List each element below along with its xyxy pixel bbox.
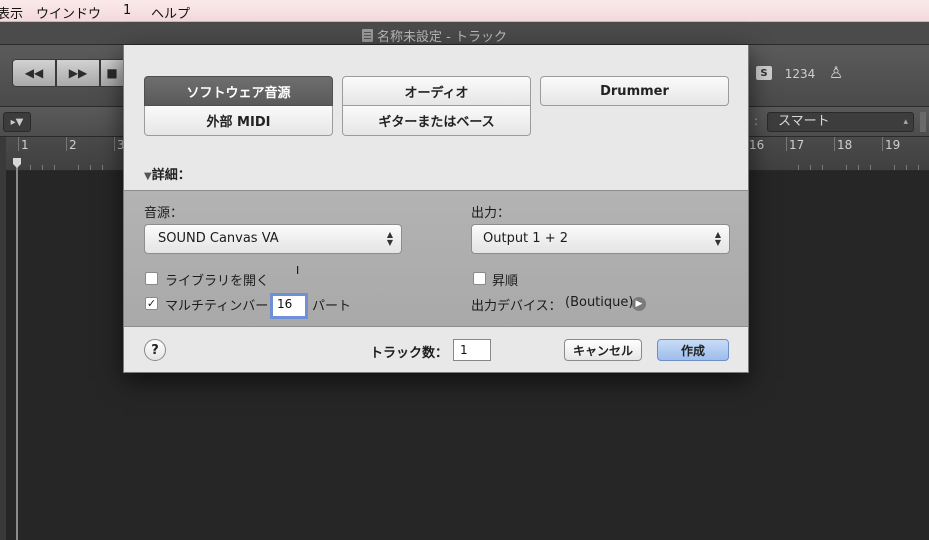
- playhead-line: [16, 158, 18, 540]
- track-header-strip: [0, 137, 6, 540]
- output-popup-value: Output 1 + 2: [483, 231, 568, 246]
- ruler-tick: [18, 137, 19, 151]
- ruler-beat-tick: [90, 165, 91, 170]
- track-count-field[interactable]: 1: [453, 339, 491, 361]
- ruler-beat-tick: [894, 165, 895, 170]
- metronome-icon: ♙: [828, 62, 844, 82]
- output-popup[interactable]: Output 1 + 2 ▲ ▼: [471, 224, 730, 254]
- arrow-right-icon: ▶: [635, 299, 643, 309]
- stop-icon: ■: [106, 66, 118, 80]
- ruler-beat-tick: [822, 165, 823, 170]
- ruler-bar-number: 16: [749, 138, 765, 152]
- ruler-tick: [786, 137, 787, 151]
- open-library-label: ライブラリを開く: [165, 274, 270, 289]
- checkmark-icon: ✓: [146, 297, 157, 310]
- output-label: 出力：: [471, 206, 511, 221]
- output-device-arrow-button[interactable]: ▶: [632, 297, 646, 311]
- help-button[interactable]: ?: [144, 339, 166, 361]
- updown-icon: ▲ ▼: [714, 230, 721, 247]
- ruler-beat-tick: [42, 165, 43, 170]
- ruler-tick: [66, 137, 67, 151]
- cancel-button[interactable]: キャンセル: [564, 339, 642, 361]
- menu-view[interactable]: 表示: [0, 3, 23, 22]
- menu-bar: 表示 ウインドウ 1 ヘルプ: [0, 0, 929, 22]
- ascending-checkbox[interactable]: [473, 272, 486, 285]
- window-titlebar: 名称未設定 - トラック: [0, 22, 929, 45]
- ruler-tick: [114, 137, 115, 151]
- fast-forward-icon: ▶▶: [68, 66, 88, 80]
- mode-select-value: スマート: [778, 114, 830, 129]
- ruler-bar-number: 19: [885, 138, 901, 152]
- ruler-beat-tick: [54, 165, 55, 170]
- ruler-beat-tick: [78, 165, 79, 170]
- menu-one[interactable]: 1: [123, 3, 131, 18]
- solo-button[interactable]: S: [756, 66, 772, 80]
- count-in-button[interactable]: 1234: [785, 63, 816, 85]
- output-device-value: (Boutique): [565, 295, 634, 310]
- mode-select[interactable]: スマート ▴▾: [767, 112, 914, 145]
- stop-button[interactable]: ■: [100, 59, 124, 87]
- ruler-bar-number: 18: [837, 138, 853, 152]
- ruler-beat-tick: [30, 165, 31, 170]
- ruler-beat-tick: [798, 165, 799, 170]
- ruler-beat-tick: [906, 165, 907, 170]
- menu-window[interactable]: ウインドウ: [36, 3, 101, 22]
- rewind-icon: ◀◀: [24, 66, 44, 80]
- track-type-guitar-bass[interactable]: ギターまたはベース: [342, 106, 531, 136]
- ruler-tick: [882, 137, 883, 151]
- track-type-external-midi[interactable]: 外部 MIDI: [144, 106, 333, 136]
- separator-colon: :: [754, 114, 759, 128]
- details-disclosure[interactable]: ▼詳細：: [144, 164, 191, 183]
- create-button[interactable]: 作成: [657, 339, 729, 361]
- document-icon: [362, 29, 373, 42]
- ruler-beat-tick: [918, 165, 919, 170]
- window-title-text: 名称未設定 - トラック: [377, 30, 507, 45]
- filter-icon: ▸▼: [10, 116, 24, 128]
- instrument-label: 音源：: [144, 206, 184, 221]
- updown-icon: ▲ ▼: [386, 230, 393, 247]
- metronome-button[interactable]: ♙: [826, 61, 846, 83]
- ruler-beat-tick: [810, 165, 811, 170]
- menu-help[interactable]: ヘルプ: [151, 3, 190, 22]
- text-cursor-icon: I: [296, 264, 300, 277]
- ruler-beat-tick: [858, 165, 859, 170]
- new-track-dialog: ソフトウェア音源 外部 MIDI オーディオ ギターまたはベース Drummer…: [123, 45, 749, 373]
- forward-button[interactable]: ▶▶: [56, 59, 100, 87]
- open-library-checkbox[interactable]: [145, 272, 158, 285]
- track-type-software-instrument[interactable]: ソフトウェア音源: [144, 76, 333, 106]
- ruler-beat-tick: [102, 165, 103, 170]
- parts-label: パート: [312, 299, 352, 314]
- ruler-bar-number: 2: [69, 138, 77, 152]
- ruler-bar-number: 17: [789, 138, 805, 152]
- details-label: 詳細：: [151, 168, 191, 183]
- multitimbral-label: マルチティンバー: [165, 299, 269, 314]
- track-type-drummer[interactable]: Drummer: [540, 76, 729, 106]
- details-panel: 音源： SOUND Canvas VA ▲ ▼ 出力： Output 1 + 2 …: [124, 190, 748, 327]
- track-count-label: トラック数：: [370, 346, 449, 361]
- multitimbral-checkbox[interactable]: ✓: [145, 297, 158, 310]
- rewind-button[interactable]: ◀◀: [12, 59, 56, 87]
- ruler-tick: [834, 137, 835, 151]
- instrument-popup[interactable]: SOUND Canvas VA ▲ ▼: [144, 224, 402, 254]
- ruler-beat-tick: [846, 165, 847, 170]
- ruler-beat-tick: [870, 165, 871, 170]
- scroll-edge: [920, 112, 926, 132]
- multitimbral-parts-field[interactable]: 16: [270, 293, 308, 319]
- ascending-label: 昇順: [492, 274, 519, 289]
- ruler-bar-number: 1: [21, 138, 29, 152]
- track-type-audio[interactable]: オーディオ: [342, 76, 531, 106]
- window-title: 名称未設定 - トラック: [362, 26, 507, 45]
- instrument-popup-value: SOUND Canvas VA: [158, 231, 279, 246]
- disclosure-triangle-icon: ▼: [144, 171, 152, 182]
- track-filter-button[interactable]: ▸▼: [3, 112, 31, 132]
- output-device-label: 出力デバイス：: [471, 299, 562, 314]
